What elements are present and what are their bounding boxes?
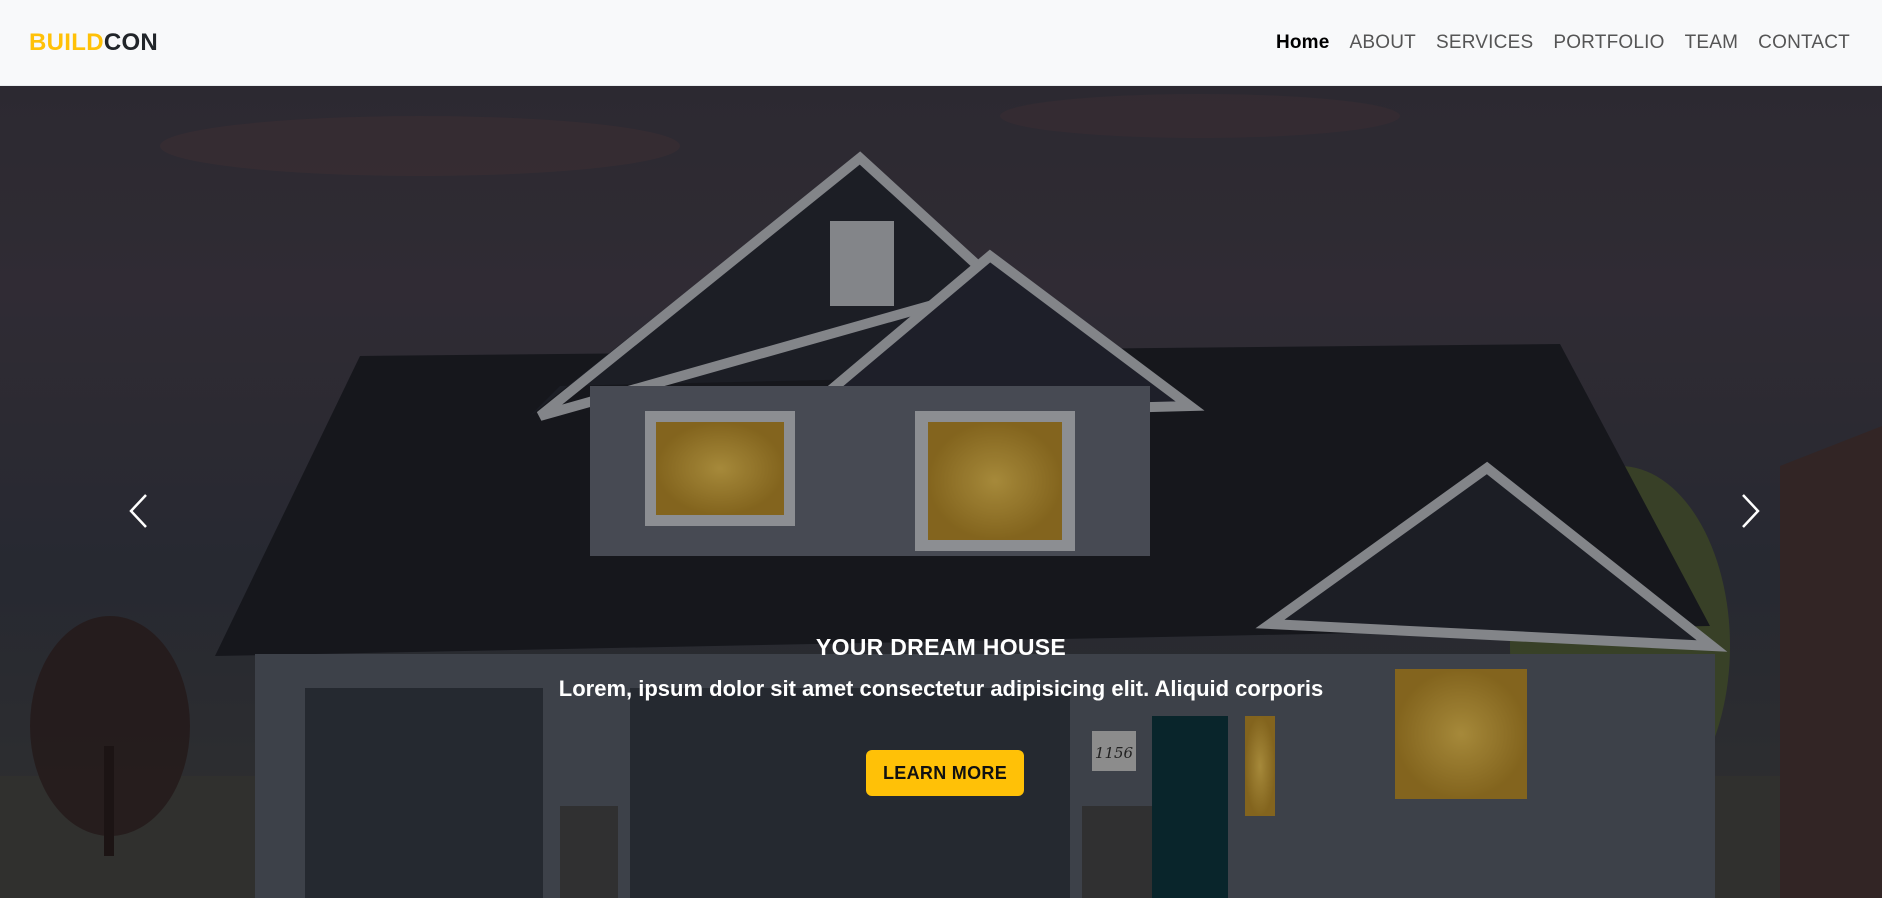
main-nav: Home ABOUT SERVICES PORTFOLIO TEAM CONTA… xyxy=(1276,32,1850,54)
brand-part-con: CON xyxy=(103,28,159,56)
learn-more-button[interactable]: LEARN MORE xyxy=(866,750,1024,796)
chevron-left-icon xyxy=(129,494,147,528)
carousel-prev-button[interactable] xyxy=(118,481,158,541)
navbar: BUILDCON Home ABOUT SERVICES PORTFOLIO T… xyxy=(0,0,1882,86)
hero-title: YOUR DREAM HOUSE xyxy=(815,634,1067,660)
nav-link-portfolio[interactable]: PORTFOLIO xyxy=(1553,32,1664,54)
carousel-next-button[interactable] xyxy=(1731,481,1771,541)
hero-subtitle: Lorem, ipsum dolor sit amet consectetur … xyxy=(558,676,1324,701)
nav-link-team[interactable]: TEAM xyxy=(1685,32,1739,54)
brand-logo[interactable]: BUILDCON xyxy=(29,29,158,57)
nav-link-about[interactable]: ABOUT xyxy=(1350,32,1416,54)
chevron-right-icon xyxy=(1742,494,1760,528)
nav-link-contact[interactable]: CONTACT xyxy=(1758,32,1850,54)
nav-link-home[interactable]: Home xyxy=(1276,32,1330,54)
hero-carousel: 1156 YOUR DREAM HOUSE Lorem, ipsum dolor… xyxy=(0,86,1882,898)
brand-part-build: BUILD xyxy=(29,28,104,56)
nav-link-services[interactable]: SERVICES xyxy=(1436,32,1533,54)
